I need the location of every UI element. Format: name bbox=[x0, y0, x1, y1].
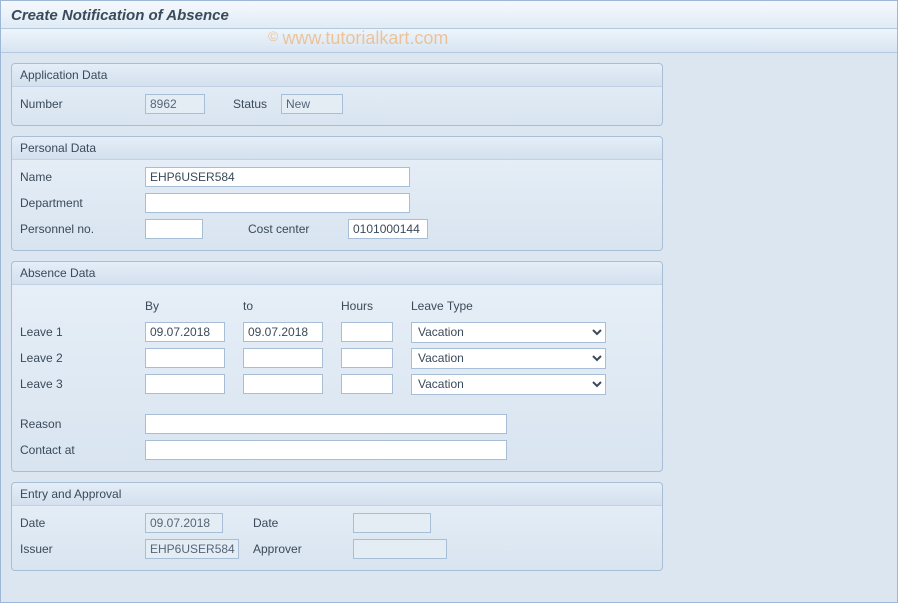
approver-field bbox=[353, 539, 447, 559]
leave-row: Leave 1 Vacation bbox=[20, 321, 654, 343]
group-title: Personal Data bbox=[12, 137, 662, 160]
entry-date-field: 09.07.2018 bbox=[145, 513, 223, 533]
issuer-label: Issuer bbox=[20, 542, 145, 556]
approval-date-field bbox=[353, 513, 431, 533]
leave-to-input[interactable] bbox=[243, 322, 323, 342]
contact-label: Contact at bbox=[20, 443, 145, 457]
leave-type-select[interactable]: Vacation bbox=[411, 348, 606, 369]
leave-to-input[interactable] bbox=[243, 374, 323, 394]
number-field: 8962 bbox=[145, 94, 205, 114]
number-label: Number bbox=[20, 97, 145, 111]
status-field: New bbox=[281, 94, 343, 114]
col-header-hours: Hours bbox=[341, 299, 393, 313]
col-header-to: to bbox=[243, 299, 323, 313]
name-input[interactable] bbox=[145, 167, 410, 187]
name-label: Name bbox=[20, 170, 145, 184]
personnel-input[interactable] bbox=[145, 219, 203, 239]
leave-by-input[interactable] bbox=[145, 374, 225, 394]
leave-hours-input[interactable] bbox=[341, 374, 393, 394]
col-header-by: By bbox=[145, 299, 225, 313]
approval-date-label: Date bbox=[253, 516, 353, 530]
leave-label: Leave 2 bbox=[20, 351, 145, 365]
col-header-type: Leave Type bbox=[411, 299, 606, 313]
leave-row: Leave 3 Vacation bbox=[20, 373, 654, 395]
issuer-field: EHP6USER584 bbox=[145, 539, 239, 559]
leave-label: Leave 3 bbox=[20, 377, 145, 391]
department-input[interactable] bbox=[145, 193, 410, 213]
group-title: Application Data bbox=[12, 64, 662, 87]
status-label: Status bbox=[233, 97, 281, 111]
leave-label: Leave 1 bbox=[20, 325, 145, 339]
entry-date-label: Date bbox=[20, 516, 145, 530]
page-title: Create Notification of Absence bbox=[1, 1, 897, 29]
toolbar bbox=[1, 29, 897, 53]
contact-input[interactable] bbox=[145, 440, 507, 460]
leave-row: Leave 2 Vacation bbox=[20, 347, 654, 369]
leave-hours-input[interactable] bbox=[341, 322, 393, 342]
group-entry-approval: Entry and Approval Date 09.07.2018 Date … bbox=[11, 482, 663, 571]
leave-by-input[interactable] bbox=[145, 322, 225, 342]
leave-to-input[interactable] bbox=[243, 348, 323, 368]
reason-label: Reason bbox=[20, 417, 145, 431]
leave-by-input[interactable] bbox=[145, 348, 225, 368]
leave-type-select[interactable]: Vacation bbox=[411, 374, 606, 395]
group-personal-data: Personal Data Name Department Personnel … bbox=[11, 136, 663, 251]
leave-type-select[interactable]: Vacation bbox=[411, 322, 606, 343]
approver-label: Approver bbox=[253, 542, 353, 556]
department-label: Department bbox=[20, 196, 145, 210]
group-absence-data: Absence Data By to Hours Leave Type Leav… bbox=[11, 261, 663, 472]
personnel-label: Personnel no. bbox=[20, 222, 145, 236]
reason-input[interactable] bbox=[145, 414, 507, 434]
group-application-data: Application Data Number 8962 Status New bbox=[11, 63, 663, 126]
group-title: Entry and Approval bbox=[12, 483, 662, 506]
costcenter-label: Cost center bbox=[248, 222, 348, 236]
costcenter-input[interactable] bbox=[348, 219, 428, 239]
leave-hours-input[interactable] bbox=[341, 348, 393, 368]
group-title: Absence Data bbox=[12, 262, 662, 285]
